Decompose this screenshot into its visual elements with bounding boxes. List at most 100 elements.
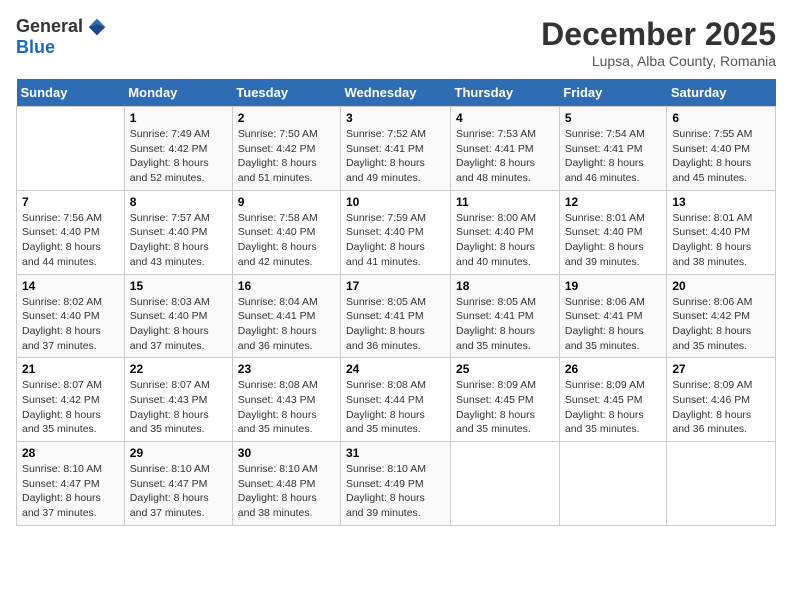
day-number: 24 <box>346 362 445 376</box>
day-info: Sunrise: 7:56 AMSunset: 4:40 PMDaylight:… <box>22 212 102 268</box>
page-subtitle: Lupsa, Alba County, Romania <box>541 53 776 69</box>
day-number: 27 <box>672 362 770 376</box>
header-cell-friday: Friday <box>559 79 667 107</box>
calendar-cell: 8 Sunrise: 7:57 AMSunset: 4:40 PMDayligh… <box>124 190 232 274</box>
day-number: 19 <box>565 279 662 293</box>
day-info: Sunrise: 8:05 AMSunset: 4:41 PMDaylight:… <box>456 296 536 352</box>
logo-blue-text: Blue <box>16 37 55 58</box>
calendar-cell: 17 Sunrise: 8:05 AMSunset: 4:41 PMDaylig… <box>341 274 451 358</box>
day-number: 31 <box>346 446 445 460</box>
calendar-cell: 19 Sunrise: 8:06 AMSunset: 4:41 PMDaylig… <box>559 274 667 358</box>
week-row-2: 14 Sunrise: 8:02 AMSunset: 4:40 PMDaylig… <box>17 274 776 358</box>
calendar-cell: 29 Sunrise: 8:10 AMSunset: 4:47 PMDaylig… <box>124 442 232 526</box>
day-number: 17 <box>346 279 445 293</box>
page-header: General Blue December 2025 Lupsa, Alba C… <box>16 16 776 69</box>
day-number: 16 <box>238 279 335 293</box>
day-info: Sunrise: 7:53 AMSunset: 4:41 PMDaylight:… <box>456 128 536 184</box>
header-cell-thursday: Thursday <box>451 79 560 107</box>
week-row-1: 7 Sunrise: 7:56 AMSunset: 4:40 PMDayligh… <box>17 190 776 274</box>
week-row-4: 28 Sunrise: 8:10 AMSunset: 4:47 PMDaylig… <box>17 442 776 526</box>
calendar-cell: 14 Sunrise: 8:02 AMSunset: 4:40 PMDaylig… <box>17 274 125 358</box>
calendar-cell: 31 Sunrise: 8:10 AMSunset: 4:49 PMDaylig… <box>341 442 451 526</box>
day-info: Sunrise: 8:09 AMSunset: 4:45 PMDaylight:… <box>565 379 645 435</box>
day-number: 25 <box>456 362 554 376</box>
logo: General Blue <box>16 16 107 58</box>
title-block: December 2025 Lupsa, Alba County, Romani… <box>541 16 776 69</box>
day-info: Sunrise: 7:55 AMSunset: 4:40 PMDaylight:… <box>672 128 752 184</box>
header-cell-wednesday: Wednesday <box>341 79 451 107</box>
calendar-cell: 10 Sunrise: 7:59 AMSunset: 4:40 PMDaylig… <box>341 190 451 274</box>
day-info: Sunrise: 8:02 AMSunset: 4:40 PMDaylight:… <box>22 296 102 352</box>
calendar-cell: 15 Sunrise: 8:03 AMSunset: 4:40 PMDaylig… <box>124 274 232 358</box>
day-number: 30 <box>238 446 335 460</box>
day-number: 14 <box>22 279 119 293</box>
day-info: Sunrise: 7:49 AMSunset: 4:42 PMDaylight:… <box>130 128 210 184</box>
day-info: Sunrise: 8:10 AMSunset: 4:48 PMDaylight:… <box>238 463 318 519</box>
day-number: 7 <box>22 195 119 209</box>
calendar-cell: 18 Sunrise: 8:05 AMSunset: 4:41 PMDaylig… <box>451 274 560 358</box>
calendar-cell: 13 Sunrise: 8:01 AMSunset: 4:40 PMDaylig… <box>667 190 776 274</box>
week-row-0: 1 Sunrise: 7:49 AMSunset: 4:42 PMDayligh… <box>17 107 776 191</box>
calendar-cell: 2 Sunrise: 7:50 AMSunset: 4:42 PMDayligh… <box>232 107 340 191</box>
day-info: Sunrise: 7:58 AMSunset: 4:40 PMDaylight:… <box>238 212 318 268</box>
day-number: 6 <box>672 111 770 125</box>
day-info: Sunrise: 8:06 AMSunset: 4:42 PMDaylight:… <box>672 296 752 352</box>
day-info: Sunrise: 8:01 AMSunset: 4:40 PMDaylight:… <box>672 212 752 268</box>
calendar-cell: 22 Sunrise: 8:07 AMSunset: 4:43 PMDaylig… <box>124 358 232 442</box>
calendar-cell: 30 Sunrise: 8:10 AMSunset: 4:48 PMDaylig… <box>232 442 340 526</box>
day-info: Sunrise: 8:09 AMSunset: 4:46 PMDaylight:… <box>672 379 752 435</box>
logo-general-text: General <box>16 16 83 37</box>
calendar-cell: 4 Sunrise: 7:53 AMSunset: 4:41 PMDayligh… <box>451 107 560 191</box>
day-number: 5 <box>565 111 662 125</box>
day-number: 18 <box>456 279 554 293</box>
calendar-cell: 7 Sunrise: 7:56 AMSunset: 4:40 PMDayligh… <box>17 190 125 274</box>
calendar-cell: 12 Sunrise: 8:01 AMSunset: 4:40 PMDaylig… <box>559 190 667 274</box>
day-info: Sunrise: 8:10 AMSunset: 4:47 PMDaylight:… <box>130 463 210 519</box>
calendar-cell: 25 Sunrise: 8:09 AMSunset: 4:45 PMDaylig… <box>451 358 560 442</box>
day-info: Sunrise: 8:03 AMSunset: 4:40 PMDaylight:… <box>130 296 210 352</box>
calendar-cell: 26 Sunrise: 8:09 AMSunset: 4:45 PMDaylig… <box>559 358 667 442</box>
day-number: 12 <box>565 195 662 209</box>
logo-icon <box>87 17 107 37</box>
day-number: 23 <box>238 362 335 376</box>
calendar-header: SundayMondayTuesdayWednesdayThursdayFrid… <box>17 79 776 107</box>
day-info: Sunrise: 7:52 AMSunset: 4:41 PMDaylight:… <box>346 128 426 184</box>
day-number: 4 <box>456 111 554 125</box>
header-cell-saturday: Saturday <box>667 79 776 107</box>
day-info: Sunrise: 8:10 AMSunset: 4:49 PMDaylight:… <box>346 463 426 519</box>
day-info: Sunrise: 8:07 AMSunset: 4:43 PMDaylight:… <box>130 379 210 435</box>
calendar-cell: 3 Sunrise: 7:52 AMSunset: 4:41 PMDayligh… <box>341 107 451 191</box>
day-info: Sunrise: 7:59 AMSunset: 4:40 PMDaylight:… <box>346 212 426 268</box>
page-title: December 2025 <box>541 16 776 53</box>
calendar-table: SundayMondayTuesdayWednesdayThursdayFrid… <box>16 79 776 526</box>
calendar-cell: 21 Sunrise: 8:07 AMSunset: 4:42 PMDaylig… <box>17 358 125 442</box>
calendar-cell: 27 Sunrise: 8:09 AMSunset: 4:46 PMDaylig… <box>667 358 776 442</box>
day-number: 22 <box>130 362 227 376</box>
calendar-cell: 16 Sunrise: 8:04 AMSunset: 4:41 PMDaylig… <box>232 274 340 358</box>
day-number: 10 <box>346 195 445 209</box>
calendar-cell: 9 Sunrise: 7:58 AMSunset: 4:40 PMDayligh… <box>232 190 340 274</box>
day-info: Sunrise: 7:50 AMSunset: 4:42 PMDaylight:… <box>238 128 318 184</box>
day-number: 2 <box>238 111 335 125</box>
day-info: Sunrise: 8:05 AMSunset: 4:41 PMDaylight:… <box>346 296 426 352</box>
day-info: Sunrise: 8:00 AMSunset: 4:40 PMDaylight:… <box>456 212 536 268</box>
day-number: 26 <box>565 362 662 376</box>
day-number: 13 <box>672 195 770 209</box>
day-info: Sunrise: 8:07 AMSunset: 4:42 PMDaylight:… <box>22 379 102 435</box>
day-info: Sunrise: 8:10 AMSunset: 4:47 PMDaylight:… <box>22 463 102 519</box>
calendar-cell: 20 Sunrise: 8:06 AMSunset: 4:42 PMDaylig… <box>667 274 776 358</box>
day-number: 9 <box>238 195 335 209</box>
day-number: 15 <box>130 279 227 293</box>
calendar-cell: 6 Sunrise: 7:55 AMSunset: 4:40 PMDayligh… <box>667 107 776 191</box>
day-number: 3 <box>346 111 445 125</box>
calendar-cell <box>17 107 125 191</box>
calendar-cell: 28 Sunrise: 8:10 AMSunset: 4:47 PMDaylig… <box>17 442 125 526</box>
day-info: Sunrise: 8:09 AMSunset: 4:45 PMDaylight:… <box>456 379 536 435</box>
day-info: Sunrise: 8:01 AMSunset: 4:40 PMDaylight:… <box>565 212 645 268</box>
header-cell-sunday: Sunday <box>17 79 125 107</box>
calendar-cell: 5 Sunrise: 7:54 AMSunset: 4:41 PMDayligh… <box>559 107 667 191</box>
day-number: 21 <box>22 362 119 376</box>
day-info: Sunrise: 8:06 AMSunset: 4:41 PMDaylight:… <box>565 296 645 352</box>
header-cell-monday: Monday <box>124 79 232 107</box>
day-info: Sunrise: 8:04 AMSunset: 4:41 PMDaylight:… <box>238 296 318 352</box>
